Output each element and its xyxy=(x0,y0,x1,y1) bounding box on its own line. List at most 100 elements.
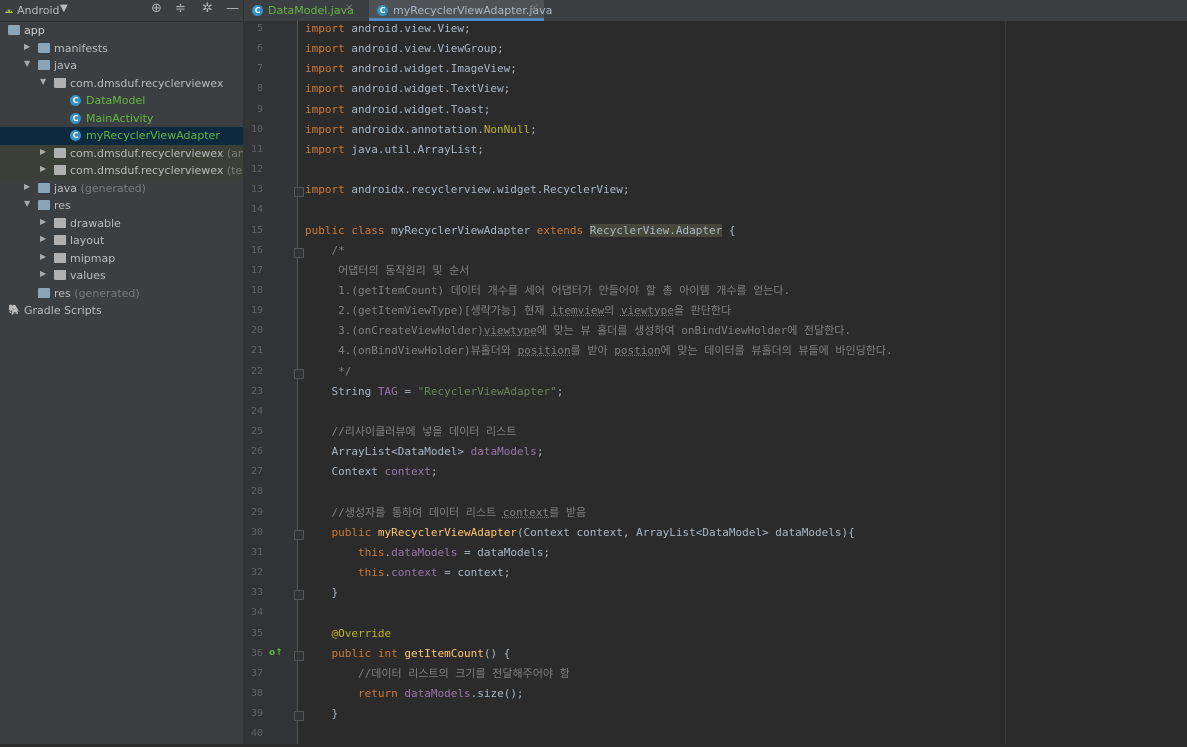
expanded-arrow-icon[interactable]: ▼ xyxy=(40,77,46,86)
line-number: 28 xyxy=(250,486,263,498)
tree-item-com-dmsduf-recyclerviewex[interactable]: ▼ com.dmsduf.recyclerviewex xyxy=(0,75,243,93)
tree-item-mipmap[interactable]: ▶ mipmap xyxy=(0,250,243,268)
code-text: } xyxy=(305,586,339,600)
code-text: public int getItemCount() { xyxy=(305,646,511,660)
tree-item-label: values xyxy=(70,269,106,282)
code-line: 34 xyxy=(244,606,1187,626)
gear-icon[interactable]: ✲ xyxy=(202,1,213,16)
tab-label: myRecyclerViewAdapter.java xyxy=(393,4,553,17)
tree-item-java[interactable]: ▼ java xyxy=(0,57,243,75)
code-text: 1.(getItemCount) 데이터 개수를 세어 어댑터가 만들어야 할 … xyxy=(305,283,791,297)
editor-tabs: C DataModel.java ✕ CmyRecyclerViewAdapter.j… xyxy=(244,0,1187,22)
editor-tab[interactable]: C DataModel.java ✕ xyxy=(244,0,359,21)
tree-item-label: app xyxy=(24,24,45,37)
code-line: 30 public myRecyclerViewAdapter(Context … xyxy=(244,526,1187,546)
collapsed-arrow-icon[interactable]: ▶ xyxy=(40,147,46,156)
line-number: 26 xyxy=(250,446,263,458)
project-view-selector[interactable]: Android xyxy=(17,4,60,17)
collapsed-arrow-icon[interactable]: ▶ xyxy=(40,252,46,261)
line-number: 24 xyxy=(250,405,263,417)
collapse-all-icon[interactable]: ≑ xyxy=(175,1,186,16)
code-line: 19 2.(getItemViewType)[생략가능] 현재 itemview… xyxy=(244,304,1187,324)
code-text: this.dataModels = dataModels; xyxy=(305,545,551,559)
project-tree: app ▶ manifests ▼ java ▼ com.dmsduf.recyclervi… xyxy=(0,22,243,320)
code-text: import java.util.ArrayList; xyxy=(305,142,484,156)
code-line: 35 @Override xyxy=(244,627,1187,647)
code-line: 36 o↑ public int getItemCount() { xyxy=(244,647,1187,667)
tree-item-values[interactable]: ▶ values xyxy=(0,267,243,285)
collapsed-arrow-icon[interactable]: ▶ xyxy=(24,182,30,191)
code-text: Context context; xyxy=(305,465,438,479)
tree-item-app[interactable]: app xyxy=(0,22,243,40)
tree-item-label: mipmap xyxy=(70,251,116,265)
code-line: 31 this.dataModels = dataModels; xyxy=(244,546,1187,566)
tree-item-java[interactable]: ▶ java (generated) xyxy=(0,180,243,198)
code-text: import androidx.annotation.NonNull; xyxy=(305,122,537,136)
close-icon[interactable]: ✕ xyxy=(530,3,538,14)
package-icon xyxy=(54,270,66,280)
close-icon[interactable]: ✕ xyxy=(345,3,353,14)
collapsed-arrow-icon[interactable]: ▶ xyxy=(24,42,30,51)
override-marker-icon[interactable]: o↑ xyxy=(269,648,283,658)
line-number: 17 xyxy=(250,264,263,276)
code-line: 32 this.context = context; xyxy=(244,566,1187,586)
class-icon: C xyxy=(70,95,81,106)
code-line: 10 import androidx.annotation.NonNull; xyxy=(244,123,1187,143)
collapsed-arrow-icon[interactable]: ▶ xyxy=(40,269,46,278)
expanded-arrow-icon[interactable]: ▼ xyxy=(24,59,30,68)
tree-item-mainactivity[interactable]: C MainActivity xyxy=(0,110,243,128)
locate-icon[interactable]: ⊕ xyxy=(151,1,162,16)
tree-item-label: myRecyclerViewAdapter xyxy=(86,129,220,142)
code-text: import android.view.View; xyxy=(305,22,471,35)
tab-label: DataModel.java xyxy=(268,4,354,17)
tree-item-label: layout xyxy=(70,234,105,247)
tree-item-layout[interactable]: ▶ layout xyxy=(0,232,243,250)
package-icon xyxy=(54,77,66,88)
editor-tab[interactable]: CmyRecyclerViewAdapter.java ✕ xyxy=(369,0,552,21)
code-text: public myRecyclerViewAdapter(Context con… xyxy=(305,525,855,539)
code-line: 11 import java.util.ArrayList; xyxy=(244,143,1187,163)
code-text: import android.widget.ImageView; xyxy=(305,62,517,76)
tree-item-res[interactable]: res (generated) xyxy=(0,285,243,303)
fold-icon[interactable] xyxy=(294,247,304,258)
tree-item-manifests[interactable]: ▶ manifests xyxy=(0,40,243,58)
tree-item-label: res (generated) xyxy=(54,286,140,300)
code-editor[interactable]: 5 import android.view.View; 6 import androi… xyxy=(244,21,1187,744)
fold-icon[interactable] xyxy=(294,529,304,540)
tree-item-label: com.dmsduf.recyclerviewex xyxy=(70,76,224,90)
fold-icon[interactable] xyxy=(294,368,304,379)
tree-item-com-dmsduf-recyclerviewex[interactable]: ▶ com.dmsduf.recyclerviewex (test) xyxy=(0,162,243,180)
line-number: 12 xyxy=(250,164,263,176)
fold-icon[interactable] xyxy=(294,187,304,198)
tree-item-label: java xyxy=(54,59,78,72)
tree-item-gradle-scripts[interactable]: 🐘 Gradle Scripts xyxy=(0,302,243,320)
collapsed-arrow-icon[interactable]: ▶ xyxy=(40,164,46,173)
chevron-down-icon[interactable]: ▼ xyxy=(60,3,68,14)
line-number: 22 xyxy=(250,365,263,377)
class-icon: C xyxy=(70,130,81,141)
code-line: 17 어댑터의 동작원리 및 순서 xyxy=(244,264,1187,284)
collapsed-arrow-icon[interactable]: ▶ xyxy=(40,234,46,243)
gradle-icon: 🐘 xyxy=(8,305,21,316)
tree-item-label: java (generated) xyxy=(54,181,146,195)
tree-item-com-dmsduf-recyclerviewex[interactable]: ▶ com.dmsduf.recyclerviewex (androidTest) xyxy=(0,144,243,162)
tree-item-datamodel[interactable]: C DataModel xyxy=(0,92,243,110)
fold-icon[interactable] xyxy=(294,711,304,722)
package-icon xyxy=(54,165,66,175)
tree-item-myrecyclerviewadapter[interactable]: CmyRecyclerViewAdapter xyxy=(0,127,243,145)
line-number: 32 xyxy=(250,567,263,579)
tree-item-res[interactable]: ▼ res xyxy=(0,197,243,215)
code-line: 27 Context context; xyxy=(244,465,1187,485)
code-text: return dataModels.size(); xyxy=(305,686,524,700)
collapsed-arrow-icon[interactable]: ▶ xyxy=(40,217,46,226)
line-number: 16 xyxy=(250,244,263,256)
line-number: 30 xyxy=(250,526,263,538)
line-number: 9 xyxy=(256,103,263,115)
fold-icon[interactable] xyxy=(294,590,304,601)
tree-item-drawable[interactable]: ▶ drawable xyxy=(0,215,243,233)
hide-panel-icon[interactable]: — xyxy=(226,1,239,16)
fold-icon[interactable] xyxy=(294,650,304,661)
code-line: 21 4.(onBindViewHolder)뷰홀더와 position를 받아… xyxy=(244,344,1187,364)
code-line: 8 import android.widget.TextView; xyxy=(244,82,1187,102)
expanded-arrow-icon[interactable]: ▼ xyxy=(24,199,30,208)
